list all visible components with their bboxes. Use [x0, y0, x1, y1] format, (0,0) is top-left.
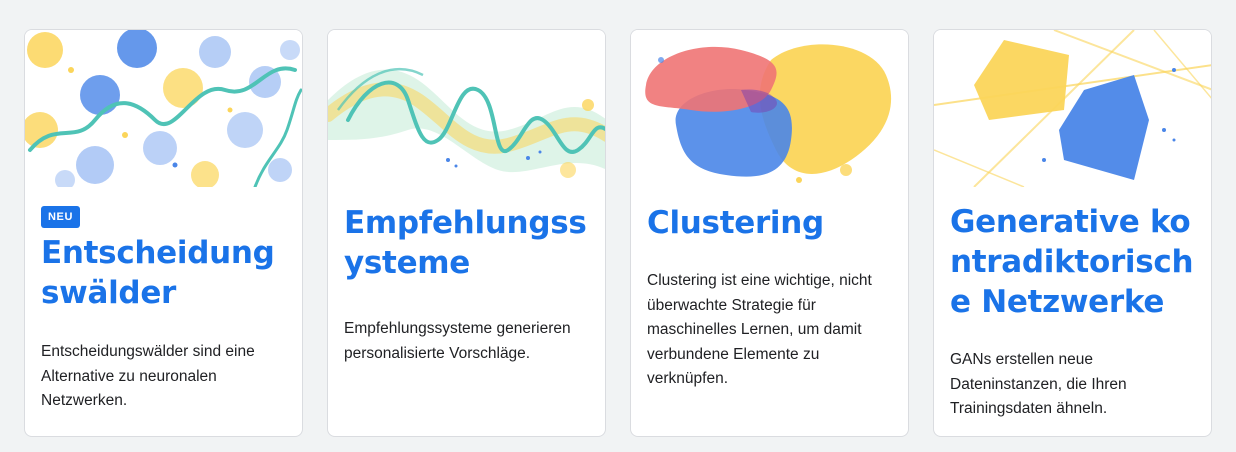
card-title[interactable]: Entscheidungswälder — [41, 233, 286, 313]
course-card-grid: NEU Entscheidungswälder Entscheidungswäl… — [24, 29, 1213, 437]
course-card-generative-adversarial-networks[interactable]: Generative kontradiktorische Netzwerke G… — [933, 29, 1212, 437]
course-card-clustering[interactable]: Clustering Clustering ist eine wichtige,… — [630, 29, 909, 437]
intersecting-shapes-illustration — [934, 30, 1211, 187]
card-description: Clustering ist eine wichtige, nicht über… — [647, 272, 872, 387]
wavy-ribbon-illustration — [328, 30, 605, 187]
card-description: Empfehlungssysteme generieren personalis… — [344, 320, 571, 362]
overlapping-blobs-illustration — [631, 30, 908, 187]
dots-and-wavy-lines-illustration — [25, 30, 302, 187]
new-badge: NEU — [41, 206, 81, 228]
card-title[interactable]: Clustering — [647, 203, 892, 243]
card-title[interactable]: Empfehlungssysteme — [344, 203, 589, 283]
card-title[interactable]: Generative kontradiktorische Netzwerke — [950, 202, 1195, 322]
course-card-recommendation-systems[interactable]: Empfehlungssysteme Empfehlungssysteme ge… — [327, 29, 606, 437]
course-card-decision-forests[interactable]: NEU Entscheidungswälder Entscheidungswäl… — [24, 29, 303, 437]
card-description: Entscheidungswälder sind eine Alternativ… — [41, 343, 255, 409]
card-description: GANs erstellen neue Dateninstanzen, die … — [950, 351, 1127, 417]
